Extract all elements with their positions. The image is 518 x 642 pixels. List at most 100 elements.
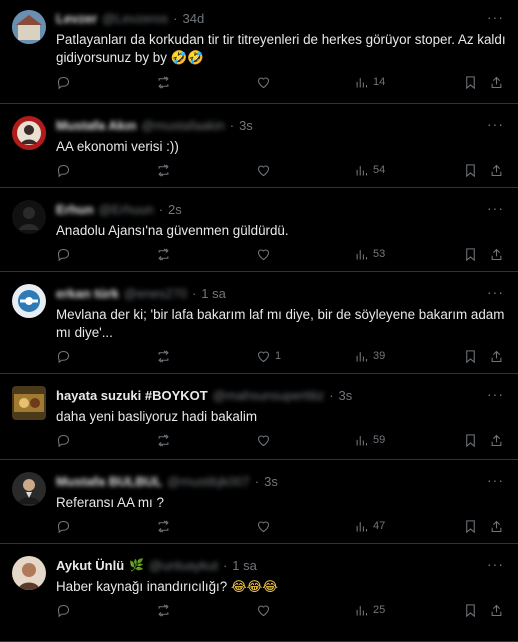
retweet-button[interactable] (156, 247, 171, 262)
user-handle[interactable]: @unluaykut (149, 558, 218, 573)
display-name[interactable]: Mustafa Akın (56, 118, 136, 133)
reply-button[interactable] (56, 603, 71, 618)
views-button[interactable]: 39 (354, 349, 385, 364)
like-button[interactable] (256, 75, 275, 90)
views-button[interactable]: 59 (354, 433, 385, 448)
share-button[interactable] (489, 349, 504, 364)
bookmark-button[interactable] (463, 433, 478, 448)
share-button[interactable] (489, 163, 504, 178)
separator-dot: · (158, 201, 164, 217)
avatar[interactable] (12, 200, 46, 234)
avatar[interactable] (12, 386, 46, 420)
timestamp[interactable]: 2s (168, 202, 182, 217)
user-handle[interactable]: @enes270 (124, 286, 187, 301)
display-name[interactable]: Erhun (56, 202, 94, 217)
tweet-text: Anadolu Ajansı'na güvenmen güldürdü. (56, 223, 289, 238)
retweet-button[interactable] (156, 163, 171, 178)
views-button[interactable]: 53 (354, 247, 385, 262)
timestamp[interactable]: 3s (339, 388, 353, 403)
reply-button[interactable] (56, 247, 71, 262)
views-icon (356, 165, 368, 175)
tweet[interactable]: Mustafa Akın @mustafaakin · 3s ··· AA ek… (0, 104, 518, 188)
share-icon (491, 434, 502, 446)
views-icon (356, 249, 368, 259)
share-button[interactable] (489, 603, 504, 618)
retweet-button[interactable] (156, 519, 171, 534)
views-button[interactable]: 54 (354, 163, 385, 178)
bookmark-button[interactable] (463, 603, 478, 618)
bookmark-icon (466, 433, 475, 447)
more-options-icon[interactable]: ··· (487, 387, 504, 401)
user-handle[interactable]: @Erhuun (99, 202, 154, 217)
timestamp[interactable]: 1 sa (232, 558, 257, 573)
reply-button[interactable] (56, 349, 71, 364)
tweet[interactable]: Erhun @Erhuun · 2s ··· Anadolu Ajansı'na… (0, 188, 518, 272)
display-name[interactable]: Levzer (56, 11, 97, 26)
more-options-icon[interactable]: ··· (487, 10, 504, 24)
tweet-text: daha yeni basliyoruz hadi bakalim (56, 409, 257, 424)
display-name[interactable]: hayata suzuki #BOYKOT (56, 388, 208, 403)
retweet-button[interactable] (156, 433, 171, 448)
bookmark-button[interactable] (463, 163, 478, 178)
like-button[interactable] (256, 433, 275, 448)
tweet[interactable]: Levzer @Levzeros · 34d ··· Patlayanları … (0, 0, 518, 104)
views-button[interactable]: 14 (354, 75, 385, 90)
share-button[interactable] (489, 519, 504, 534)
more-options-icon[interactable]: ··· (487, 285, 504, 299)
views-button[interactable]: 47 (354, 519, 385, 534)
like-button[interactable] (256, 519, 275, 534)
user-handle[interactable]: @Levzeros (102, 11, 168, 26)
more-options-icon[interactable]: ··· (487, 201, 504, 215)
user-handle[interactable]: @mahsunsupertitiz (213, 388, 324, 403)
retweet-button[interactable] (156, 603, 171, 618)
bookmark-icon (466, 75, 475, 89)
heart-icon (257, 604, 270, 616)
bookmark-button[interactable] (463, 75, 478, 90)
more-options-icon[interactable]: ··· (487, 557, 504, 571)
view-count: 59 (373, 434, 386, 446)
more-options-icon[interactable]: ··· (487, 117, 504, 131)
tweet[interactable]: erkan türk @enes270 · 1 sa ··· Mevlana d… (0, 272, 518, 374)
views-button[interactable]: 25 (354, 603, 385, 618)
tweet[interactable]: Aykut Ünlü 🌿 @unluaykut · 1 sa ··· Haber… (0, 544, 518, 642)
retweet-button[interactable] (156, 75, 171, 90)
retweet-button[interactable] (156, 349, 171, 364)
user-handle[interactable]: @mustibjk007 (167, 474, 250, 489)
reply-button[interactable] (56, 163, 71, 178)
like-button[interactable] (256, 603, 275, 618)
avatar[interactable] (12, 472, 46, 506)
view-count: 25 (373, 604, 386, 616)
share-button[interactable] (489, 75, 504, 90)
reply-button[interactable] (56, 519, 71, 534)
timestamp[interactable]: 1 sa (201, 286, 226, 301)
more-options-icon[interactable]: ··· (487, 473, 504, 487)
share-button[interactable] (489, 247, 504, 262)
bookmark-icon (466, 163, 475, 177)
timestamp[interactable]: 3s (264, 474, 278, 489)
user-handle[interactable]: @mustafaakin (141, 118, 224, 133)
reply-button[interactable] (56, 433, 71, 448)
avatar[interactable] (12, 10, 46, 44)
avatar[interactable] (12, 284, 46, 318)
like-button[interactable] (256, 247, 275, 262)
action-bar: 54 (56, 161, 504, 179)
avatar[interactable] (12, 116, 46, 150)
reply-button[interactable] (56, 75, 71, 90)
tweet[interactable]: hayata suzuki #BOYKOT @mahsunsupertitiz … (0, 374, 518, 460)
bookmark-button[interactable] (463, 519, 478, 534)
like-button[interactable]: 1 (256, 349, 281, 364)
display-name[interactable]: Aykut Ünlü (56, 558, 124, 573)
like-button[interactable] (256, 163, 275, 178)
timestamp[interactable]: 34d (183, 11, 205, 26)
display-name[interactable]: Mustafa BULBUL (56, 474, 162, 489)
display-name[interactable]: erkan türk (56, 286, 119, 301)
retweet-icon (158, 349, 169, 363)
timestamp[interactable]: 3s (239, 118, 253, 133)
bookmark-button[interactable] (463, 349, 478, 364)
avatar[interactable] (12, 556, 46, 590)
like-count: 1 (275, 350, 282, 362)
share-button[interactable] (489, 433, 504, 448)
heart-icon (257, 350, 270, 362)
bookmark-button[interactable] (463, 247, 478, 262)
tweet[interactable]: Mustafa BULBUL @mustibjk007 · 3s ··· Ref… (0, 460, 518, 544)
